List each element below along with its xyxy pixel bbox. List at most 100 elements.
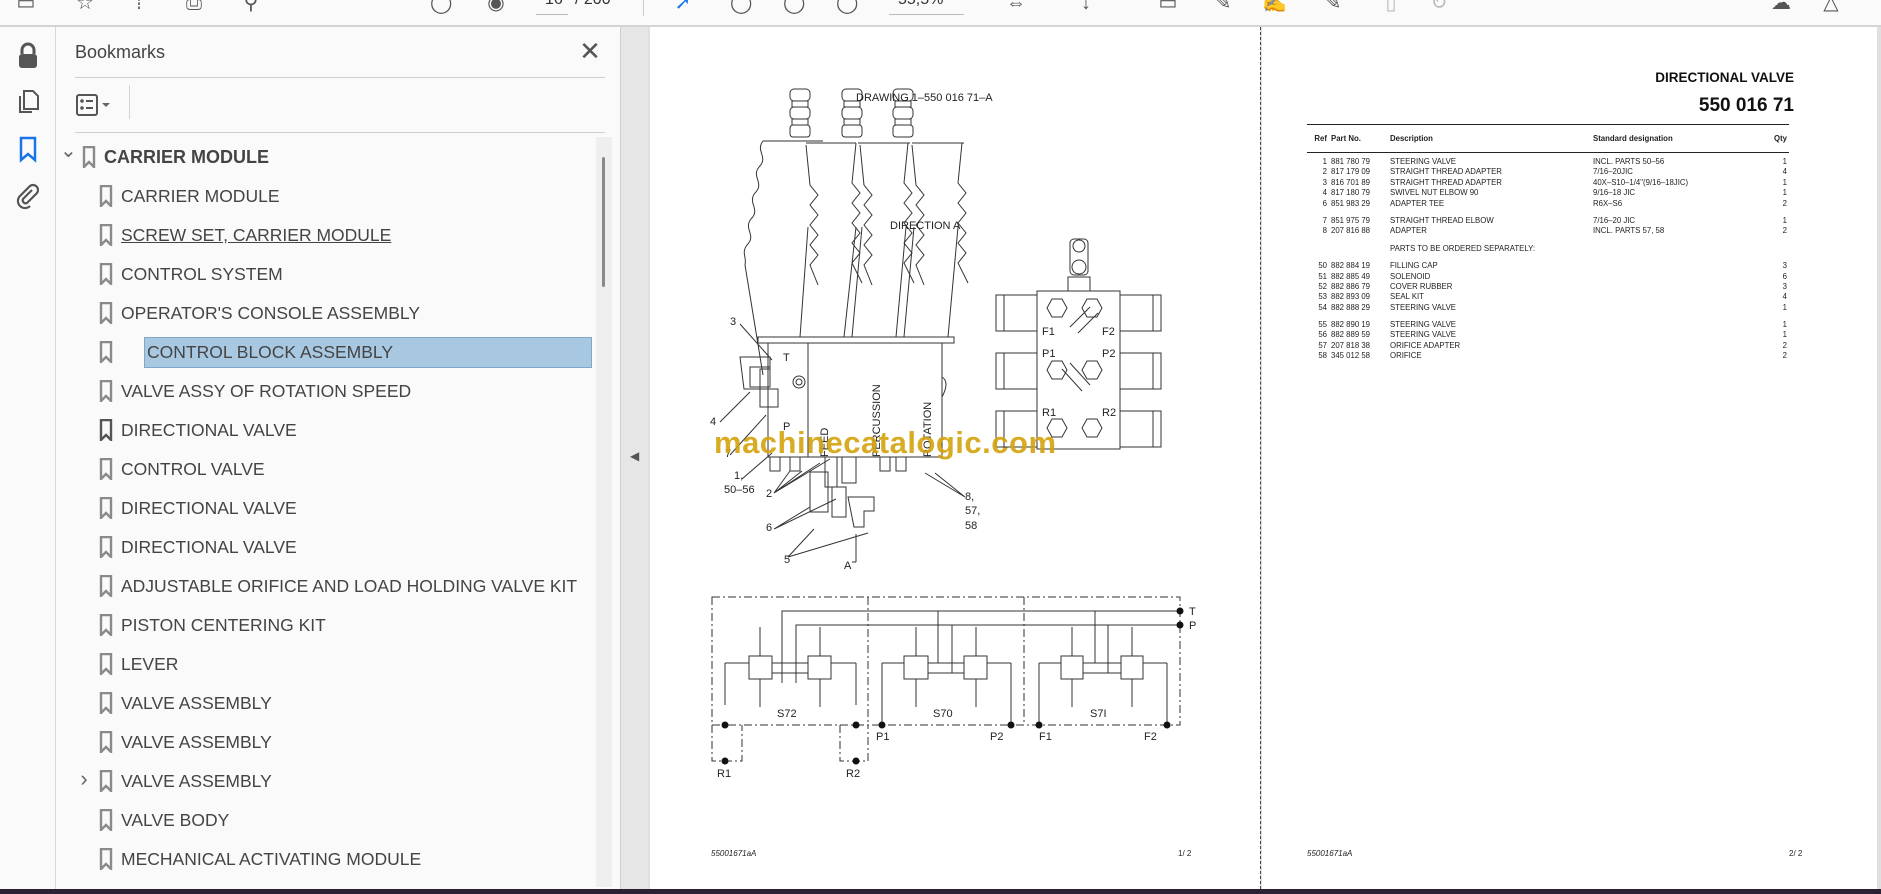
bookmark-add-icon[interactable]: ☆: [74, 0, 96, 14]
zoom-in-icon[interactable]: ◯: [836, 0, 858, 14]
next-page-icon[interactable]: ◉: [485, 0, 507, 14]
bookmark-item[interactable]: CARRIER MODULE: [56, 179, 596, 213]
select-cursor-icon[interactable]: ➚: [672, 0, 694, 14]
table-row: 3 816 701 89 STRAIGHT THREAD ADAPTER 40X–S1…: [1307, 178, 1789, 188]
bookmark-item[interactable]: ADJUSTABLE ORIFICE AND LOAD HOLDING VALV…: [56, 569, 596, 603]
fit-page-icon[interactable]: ⇔: [1005, 0, 1027, 14]
bookmark-item[interactable]: VALVE ASSY OF ROTATION SPEED: [56, 374, 596, 408]
upload-icon[interactable]: ⇡: [128, 0, 150, 14]
cell-ref: 51: [1318, 271, 1327, 281]
port-label: R1: [1042, 407, 1056, 419]
share-icon[interactable]: ☁: [1770, 0, 1792, 14]
table-row: 6 851 983 29 ADAPTER TEE R6X–S6 2: [1307, 199, 1789, 209]
bookmark-item[interactable]: PISTON CENTERING KIT: [56, 608, 596, 642]
cell-ref: 58: [1318, 351, 1327, 361]
callout: 50–56: [724, 484, 755, 496]
bookmark-label: VALVE ASSY OF ROTATION SPEED: [121, 380, 412, 401]
bookmark-item[interactable]: CONTROL VALVE: [56, 452, 596, 486]
panel-splitter[interactable]: ◀: [620, 27, 648, 889]
delete-icon[interactable]: ▯: [1380, 0, 1402, 14]
search-icon[interactable]: ⚲: [240, 0, 262, 14]
bookmark-options-button[interactable]: [75, 91, 123, 121]
page-number-input[interactable]: 16: [545, 0, 563, 9]
scroll-mode-icon[interactable]: ↓: [1075, 0, 1097, 14]
save-icon[interactable]: ▭: [15, 0, 37, 14]
cell-ref: 52: [1318, 281, 1327, 291]
bookmark-item[interactable]: VALVE ASSEMBLY: [56, 725, 596, 759]
footer-page: 2/ 2: [1789, 849, 1803, 858]
bookmark-icon: [99, 341, 113, 363]
cell-part: 345 012 58: [1331, 351, 1371, 361]
schematic-label: P1: [876, 731, 889, 743]
cell-part: 882 893 09: [1331, 292, 1371, 302]
table-row: 1 881 780 79 STEERING VALVE INCL. PARTS 50–…: [1307, 157, 1789, 167]
bookmark-icon: [99, 731, 113, 753]
cell-ref: 54: [1318, 302, 1327, 312]
hand-tool-icon[interactable]: ◯: [730, 0, 752, 14]
bookmark-icon: [99, 458, 113, 480]
cell-desc: FILLING CAP: [1390, 261, 1438, 271]
bookmark-item[interactable]: ⌄ CARRIER MODULE: [56, 140, 596, 174]
schematic-label: T: [1189, 606, 1196, 618]
edit-icon[interactable]: ✎: [1322, 0, 1344, 14]
bookmark-item[interactable]: › VALVE ASSEMBLY: [56, 764, 596, 798]
highlight-icon[interactable]: ✎: [1212, 0, 1234, 14]
bookmark-icon: [99, 419, 113, 441]
cell-std: 40X–S10–1/4"(9/16–18JIC): [1593, 177, 1689, 187]
bookmark-item[interactable]: CONTROL BLOCK ASSEMBLY: [56, 335, 596, 369]
bookmark-label: CONTROL BLOCK ASSEMBLY: [144, 336, 592, 368]
zoom-level-input[interactable]: 55,5%: [898, 0, 943, 9]
cell-std: INCL. PARTS 50–56: [1593, 157, 1665, 166]
attachment-icon[interactable]: [14, 182, 42, 210]
bookmark-icon: [99, 575, 113, 597]
cell-qty: 3: [1782, 281, 1787, 291]
bookmark-item[interactable]: LEVER: [56, 647, 596, 681]
table-row: 57 207 818 38 ORIFICE ADAPTER 2: [1307, 341, 1789, 351]
callout: 58: [965, 520, 977, 532]
cell-qty: 6: [1782, 271, 1787, 281]
header-desc: Description: [1390, 134, 1433, 143]
print-icon[interactable]: ⎙: [183, 0, 205, 14]
collapse-panel-icon[interactable]: ◀: [630, 449, 639, 463]
bookmark-label: LEVER: [121, 653, 179, 674]
pages-icon[interactable]: [14, 88, 42, 116]
bookmark-item[interactable]: CONTROL SYSTEM: [56, 257, 596, 291]
chevron-down-icon[interactable]: ⌄: [60, 138, 77, 163]
sign-icon[interactable]: △: [1820, 0, 1842, 14]
comment-icon[interactable]: ▭: [1157, 0, 1179, 14]
lock-icon[interactable]: [14, 42, 42, 70]
chevron-right-icon[interactable]: ›: [76, 766, 92, 792]
bookmark-icon[interactable]: [14, 135, 42, 163]
bookmark-item[interactable]: DIRECTIONAL VALVE: [56, 491, 596, 525]
bookmark-item[interactable]: MECHANICAL ACTIVATING MODULE: [56, 842, 596, 876]
cell-ref: 50: [1318, 261, 1327, 271]
bookmark-item[interactable]: OPERATOR'S CONSOLE ASSEMBLY: [56, 296, 596, 330]
bookmark-item[interactable]: VALVE ASSEMBLY: [56, 686, 596, 720]
zoom-out-icon[interactable]: ◯: [783, 0, 805, 14]
bookmark-item[interactable]: VALVE BODY: [56, 803, 596, 837]
bookmark-icon: [99, 536, 113, 558]
bookmark-item[interactable]: DIRECTIONAL VALVE: [56, 413, 596, 447]
cell-ref: 53: [1318, 292, 1327, 302]
port-label: P1: [1042, 348, 1055, 360]
bookmark-icon: [99, 653, 113, 675]
bookmark-item[interactable]: SCREW SET, CARRIER MODULE: [56, 218, 596, 252]
cell-part: 882 889 59: [1331, 330, 1371, 340]
scrollbar[interactable]: [596, 137, 612, 887]
previous-page-icon[interactable]: ◯: [430, 0, 452, 14]
cell-ref: 55: [1318, 320, 1327, 330]
cell-ref: 7: [1322, 215, 1327, 225]
bookmark-item[interactable]: DIRECTIONAL VALVE: [56, 530, 596, 564]
scrollbar-thumb[interactable]: [602, 157, 605, 287]
knob-feed: [789, 88, 811, 138]
cell-qty: 1: [1782, 177, 1787, 187]
draw-icon[interactable]: ✍: [1262, 0, 1287, 14]
close-icon[interactable]: ✕: [576, 36, 604, 67]
direction-label: DIRECTION A: [890, 220, 961, 232]
redo-icon[interactable]: ↻: [1428, 0, 1450, 14]
page-1: DRAWING 1–550 016 71–A DIRECTION A T P F…: [650, 27, 1260, 889]
divider: [75, 132, 605, 133]
callout: 57,: [965, 505, 980, 517]
cell-desc: STRAIGHT THREAD ADAPTER: [1390, 167, 1502, 177]
bookmark-label: DIRECTIONAL VALVE: [121, 497, 297, 518]
